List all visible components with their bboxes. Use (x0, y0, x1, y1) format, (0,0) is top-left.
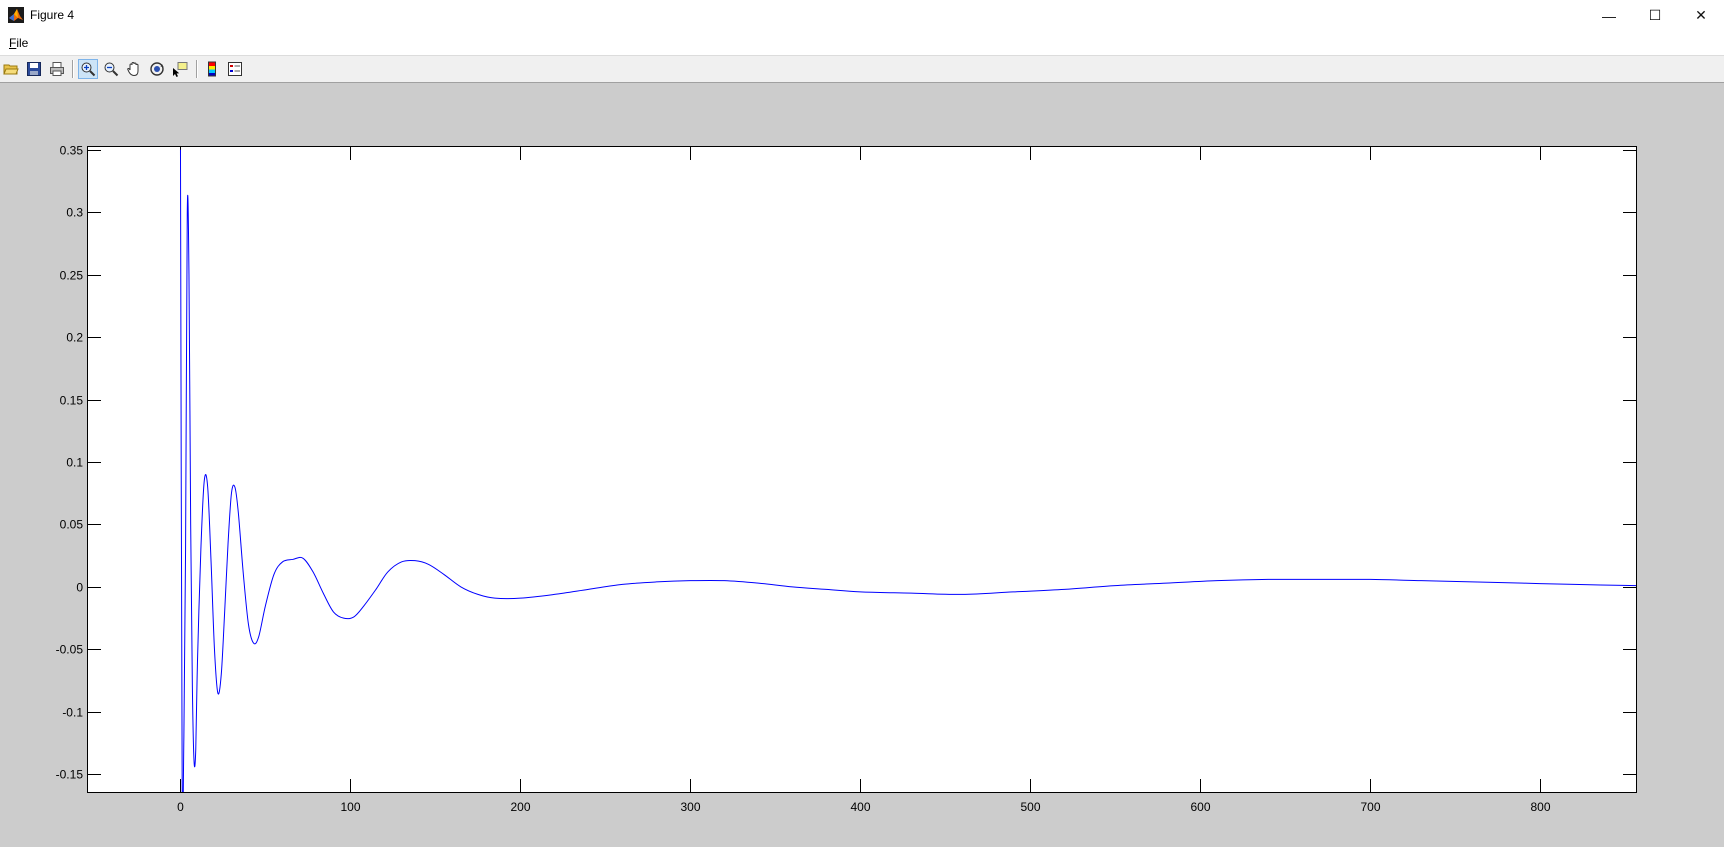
maximize-icon: ☐ (1648, 7, 1662, 23)
y-tick-label: 0.1 (66, 456, 83, 470)
open-file-icon (3, 64, 19, 75)
zoom-in-button[interactable] (78, 59, 98, 79)
zoom-out-icon (104, 62, 119, 77)
y-tick-label: 0.2 (66, 331, 83, 345)
x-tick-label: 700 (1360, 800, 1380, 814)
pan-hand-icon (127, 61, 139, 77)
menu-file-label: ile (16, 36, 29, 50)
maximize-button[interactable]: ☐ (1632, 0, 1678, 31)
toolbar-separator (72, 60, 74, 78)
y-tick-label: 0.05 (60, 518, 84, 532)
toolbar-separator (196, 60, 198, 78)
data-cursor-button[interactable] (170, 59, 190, 79)
colorbar-icon (208, 61, 216, 77)
legend-button[interactable] (225, 59, 245, 79)
open-file-button[interactable] (1, 59, 21, 79)
y-tick-label: -0.05 (56, 643, 84, 657)
title-bar[interactable]: Figure 4 — ☐ ✕ (0, 0, 1724, 31)
y-tick-label: 0.15 (60, 394, 84, 408)
print-button[interactable] (47, 59, 67, 79)
zoom-out-button[interactable] (101, 59, 121, 79)
x-tick-label: 600 (1190, 800, 1210, 814)
colorbar-button[interactable] (202, 59, 222, 79)
y-tick-label: 0.25 (60, 269, 84, 283)
legend-icon (228, 62, 242, 76)
y-tick-label: -0.1 (62, 706, 83, 720)
minimize-icon: — (1602, 7, 1616, 24)
print-icon (50, 62, 64, 76)
menu-bar: File (0, 31, 1724, 55)
x-tick-label: 100 (340, 800, 360, 814)
y-tick-label: 0.3 (66, 206, 83, 220)
x-tick-label: 800 (1530, 800, 1550, 814)
axes-background[interactable] (87, 146, 1637, 793)
figure-toolbar (0, 55, 1724, 83)
y-tick-label: 0 (76, 581, 83, 595)
x-tick-label: 200 (510, 800, 530, 814)
figure-canvas[interactable]: 0 100 200 300 400 500 600 700 800 -0.15 -0.1 -0.05 0… (0, 83, 1724, 847)
zoom-in-icon (81, 62, 96, 77)
y-tick-label: -0.15 (56, 768, 84, 782)
minimize-button[interactable]: — (1586, 0, 1632, 31)
matlab-logo-icon (8, 7, 24, 23)
data-cursor-icon (173, 62, 188, 77)
rotate-3d-button[interactable] (147, 59, 167, 79)
save-button[interactable] (24, 59, 44, 79)
rotate-3d-icon (150, 62, 164, 76)
menu-file[interactable]: File (9, 36, 28, 50)
x-tick-label: 500 (1020, 800, 1040, 814)
line-plot[interactable]: 0 100 200 300 400 500 600 700 800 -0.15 -0.1 -0.05 0… (0, 83, 1724, 847)
x-tick-label: 400 (850, 800, 870, 814)
window-title: Figure 4 (30, 8, 75, 22)
x-tick-label: 300 (680, 800, 700, 814)
x-tick-label: 0 (177, 800, 184, 814)
y-tick-label: 0.35 (60, 144, 84, 158)
save-icon (27, 62, 41, 76)
pan-button[interactable] (124, 59, 144, 79)
close-button[interactable]: ✕ (1678, 0, 1724, 31)
close-icon: ✕ (1695, 7, 1707, 23)
